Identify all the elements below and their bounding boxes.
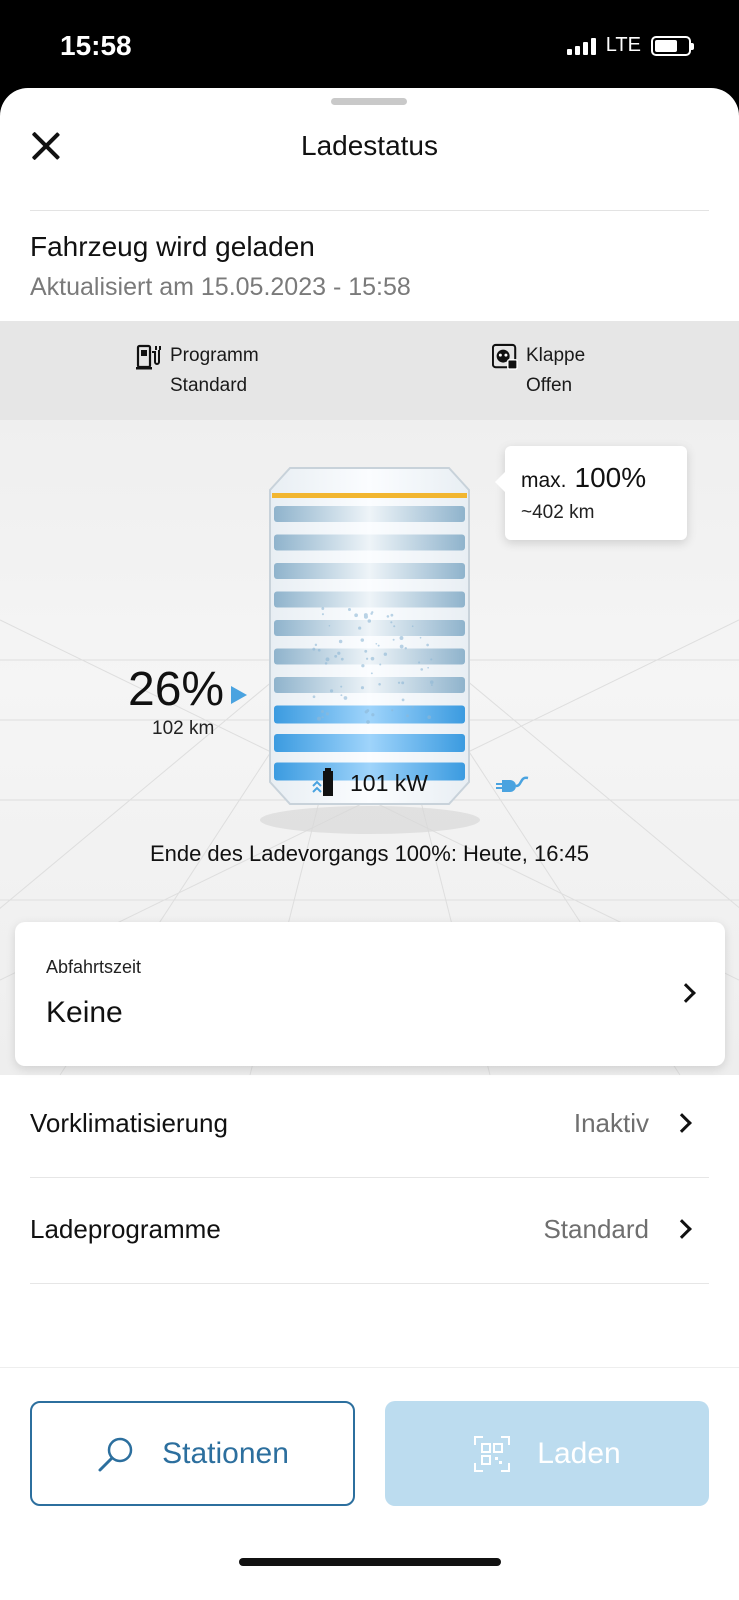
program-label: Programm <box>170 345 259 366</box>
program-value: Standard <box>170 375 248 396</box>
sheet-grabber[interactable] <box>331 98 407 105</box>
max-charge-tooltip: max. 100% ~402 km <box>495 446 687 540</box>
battery-cell-empty <box>274 534 465 551</box>
chevron-right-icon <box>672 1113 692 1133</box>
battery-cell-empty <box>274 563 465 579</box>
flap-label: Klappe <box>526 345 586 366</box>
stations-label: Stationen <box>162 1436 289 1470</box>
charging-flap-icon <box>492 343 518 370</box>
list-item-charge-programs[interactable]: Ladeprogramme Standard <box>30 1178 709 1284</box>
last-updated: Aktualisiert am 15.05.2023 - 15:58 <box>30 273 411 301</box>
battery-status-icon <box>651 35 694 56</box>
search-icon <box>98 1437 133 1471</box>
list-item-value: Inaktiv <box>573 1108 649 1138</box>
divider <box>30 210 709 211</box>
bottom-action-bar: Stationen Laden <box>0 1367 739 1600</box>
chevron-right-icon <box>672 1219 692 1239</box>
list-item-preconditioning[interactable]: Vorklimatisierung Inaktiv <box>30 1072 709 1178</box>
battery-cell-charged <box>274 734 465 752</box>
status-time: 15:58 <box>60 30 132 61</box>
max-range: ~402 km <box>521 502 595 523</box>
level-pointer-icon <box>231 686 247 704</box>
home-indicator <box>239 1558 501 1566</box>
battery-cell-empty <box>274 648 465 665</box>
charging-station-icon <box>136 344 161 370</box>
settings-list: Vorklimatisierung Inaktiv Ladeprogramme … <box>0 1072 739 1284</box>
max-charge-line <box>272 493 467 498</box>
flap-info: Klappe Offen <box>492 341 585 401</box>
max-label: max. <box>521 469 567 492</box>
charging-sheet: Ladestatus Fahrzeug wird geladen Aktuali… <box>0 88 739 1600</box>
status-bar: 15:58 LTE <box>0 0 739 88</box>
max-percent: 100% <box>574 462 647 493</box>
list-item-value: Standard <box>543 1214 649 1244</box>
qr-code-icon <box>474 1435 511 1472</box>
chevron-right-icon <box>676 983 696 1003</box>
battery-cell-empty <box>274 591 465 608</box>
charging-info-strip: Programm Standard Klappe Offen <box>0 321 739 420</box>
list-item-label: Vorklimatisierung <box>30 1108 228 1138</box>
network-label: LTE <box>605 34 641 56</box>
signal-icon <box>566 37 596 55</box>
charging-power-icon <box>312 768 333 796</box>
charging-status: Fahrzeug wird geladen <box>30 231 315 262</box>
page-title: Ladestatus <box>301 130 438 161</box>
departure-value: Keine <box>46 996 123 1029</box>
program-info: Programm Standard <box>136 341 259 401</box>
battery-cell-empty <box>274 677 465 693</box>
battery-graphic <box>269 467 470 805</box>
charging-power-value: 101 kW <box>350 769 428 796</box>
flap-value: Offen <box>526 375 573 396</box>
list-item-label: Ladeprogramme <box>30 1214 221 1244</box>
battery-cell-empty <box>274 506 465 522</box>
end-of-charge: Ende des Ladevorgangs 100%: Heute, 16:45 <box>149 841 590 866</box>
departure-label: Abfahrtszeit <box>46 957 142 977</box>
status-indicators: LTE <box>566 34 694 57</box>
charge-label: Laden <box>537 1436 621 1470</box>
charge-button[interactable]: Laden <box>385 1401 709 1506</box>
battery-percent: 26% <box>128 663 225 716</box>
battery-cell-charged <box>274 705 465 724</box>
battery-range: 102 km <box>152 718 215 739</box>
stations-button[interactable]: Stationen <box>30 1401 355 1506</box>
departure-time-card[interactable]: Abfahrtszeit Keine <box>15 922 725 1066</box>
charging-power: 101 kW <box>312 768 428 798</box>
plug-icon <box>496 776 529 792</box>
